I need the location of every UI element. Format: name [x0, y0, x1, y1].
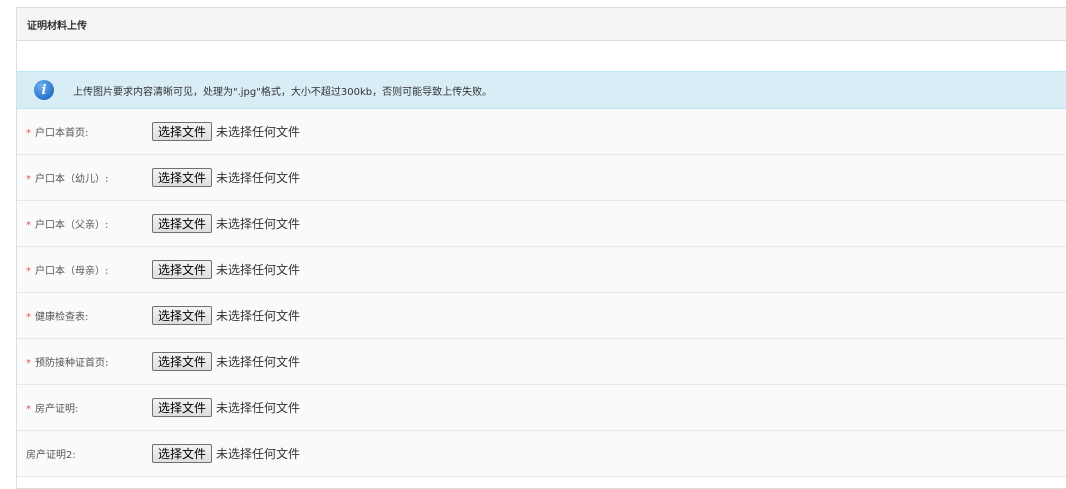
row-label: * 户口本（父亲）:: [26, 216, 152, 231]
choose-file-button[interactable]: 选择文件: [152, 352, 213, 371]
upload-row: * 户口本（父亲）: 选择文件 未选择任何文件: [17, 201, 1066, 247]
upload-row: 房产证明2: 选择文件 未选择任何文件: [17, 431, 1066, 477]
row-label: * 户口本（母亲）:: [26, 262, 152, 277]
row-label-text: 健康检查表:: [35, 312, 89, 323]
file-status: 未选择任何文件: [216, 125, 301, 139]
upload-row: * 户口本（幼儿）: 选择文件 未选择任何文件: [17, 155, 1066, 201]
upload-row: * 户口本首页: 选择文件 未选择任何文件: [17, 109, 1066, 155]
choose-file-button[interactable]: 选择文件: [152, 306, 213, 325]
info-alert: i 上传图片要求内容清晰可见，处理为".jpg"格式，大小不超过300kb，否则…: [17, 71, 1066, 109]
choose-file-button[interactable]: 选择文件: [152, 398, 213, 417]
required-marker: *: [26, 312, 31, 323]
required-marker: *: [26, 358, 31, 369]
choose-file-button[interactable]: 选择文件: [152, 444, 213, 463]
row-label: * 户口本首页:: [26, 124, 152, 139]
row-label-text: 房产证明2:: [26, 450, 76, 461]
upload-panel: 证明材料上传 i 上传图片要求内容清晰可见，处理为".jpg"格式，大小不超过3…: [16, 7, 1066, 489]
upload-rows: * 户口本首页: 选择文件 未选择任何文件 * 户口本（幼儿）: 选择文件 未选择任…: [17, 109, 1066, 477]
file-status: 未选择任何文件: [216, 171, 301, 185]
required-marker: *: [26, 266, 31, 277]
alert-text: 上传图片要求内容清晰可见，处理为".jpg"格式，大小不超过300kb，否则可能…: [73, 86, 493, 98]
required-marker: *: [26, 128, 31, 139]
required-marker: *: [26, 404, 31, 415]
row-label: * 房产证明:: [26, 400, 152, 415]
panel-spacer: [17, 41, 1066, 71]
info-icon: i: [34, 80, 54, 100]
upload-row: * 健康检查表: 选择文件 未选择任何文件: [17, 293, 1066, 339]
row-label-text: 户口本（幼儿）:: [35, 174, 109, 185]
choose-file-button[interactable]: 选择文件: [152, 260, 213, 279]
row-label: * 预防接种证首页:: [26, 354, 152, 369]
row-label: * 健康检查表:: [26, 308, 152, 323]
file-status: 未选择任何文件: [216, 263, 301, 277]
upload-row: * 户口本（母亲）: 选择文件 未选择任何文件: [17, 247, 1066, 293]
choose-file-button[interactable]: 选择文件: [152, 122, 213, 141]
file-status: 未选择任何文件: [216, 217, 301, 231]
row-label-text: 户口本（母亲）:: [35, 266, 109, 277]
choose-file-button[interactable]: 选择文件: [152, 168, 213, 187]
file-status: 未选择任何文件: [216, 447, 301, 461]
file-status: 未选择任何文件: [216, 401, 301, 415]
row-label-text: 房产证明:: [35, 404, 79, 415]
row-label: 房产证明2:: [26, 446, 152, 461]
row-label-text: 户口本（父亲）:: [35, 220, 109, 231]
choose-file-button[interactable]: 选择文件: [152, 214, 213, 233]
row-label-text: 户口本首页:: [35, 128, 89, 139]
upload-row: * 预防接种证首页: 选择文件 未选择任何文件: [17, 339, 1066, 385]
panel-title: 证明材料上传: [17, 8, 1066, 41]
upload-row: * 房产证明: 选择文件 未选择任何文件: [17, 385, 1066, 431]
required-marker: *: [26, 174, 31, 185]
file-status: 未选择任何文件: [216, 309, 301, 323]
file-status: 未选择任何文件: [216, 355, 301, 369]
row-label-text: 预防接种证首页:: [35, 358, 109, 369]
required-marker: *: [26, 220, 31, 231]
row-label: * 户口本（幼儿）:: [26, 170, 152, 185]
